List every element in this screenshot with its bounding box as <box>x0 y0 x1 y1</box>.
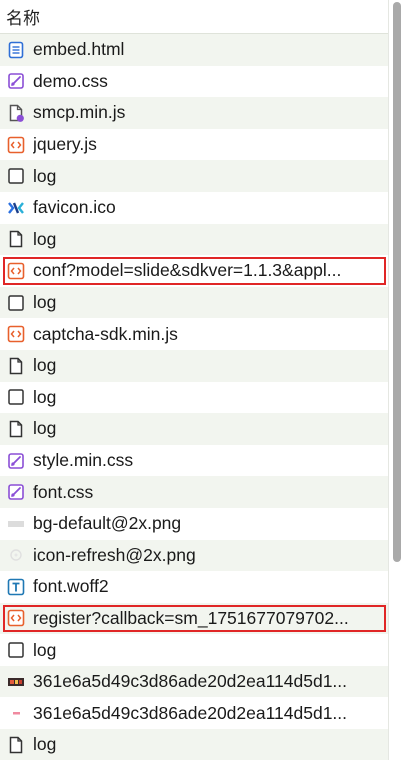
stylesheet-icon <box>6 451 26 471</box>
stylesheet-icon <box>6 482 26 502</box>
image-faint-icon <box>6 545 26 565</box>
name-column-header[interactable]: 名称 <box>0 0 388 34</box>
request-name: conf?model=slide&sdkver=1.1.3&appl... <box>33 260 342 281</box>
request-row[interactable]: favicon.ico <box>0 191 388 224</box>
request-name: log <box>33 386 57 407</box>
request-name: log <box>33 292 57 313</box>
request-row[interactable]: bg-default@2x.png <box>0 507 388 540</box>
request-row[interactable]: icon-refresh@2x.png <box>0 539 388 572</box>
file-icon <box>6 229 26 249</box>
request-name: 361e6a5d49c3d86ade20d2ea114d5d1... <box>33 702 348 723</box>
request-row-highlighted[interactable]: register?callback=sm_1751677079702... <box>0 602 388 635</box>
request-row[interactable]: font.css <box>0 476 388 508</box>
scrollbar-thumb[interactable] <box>393 2 401 562</box>
file-icon <box>6 356 26 376</box>
blank-icon <box>6 293 26 313</box>
request-rows: embed.html demo.css smcp.min.js jquery.js lo… <box>0 34 388 760</box>
request-row[interactable]: log <box>0 413 388 445</box>
request-name: log <box>33 639 57 660</box>
request-row[interactable]: log <box>0 160 388 192</box>
request-row[interactable]: log <box>0 349 388 382</box>
request-row[interactable]: 361e6a5d49c3d86ade20d2ea114d5d1... <box>0 697 388 730</box>
request-row[interactable]: 361e6a5d49c3d86ade20d2ea114d5d1... <box>0 665 388 698</box>
network-request-panel: 名称 embed.html demo.css smcp.min.js jquery.j… <box>0 0 405 760</box>
request-name: jquery.js <box>33 134 97 155</box>
request-name: log <box>33 165 57 186</box>
request-name: 361e6a5d49c3d86ade20d2ea114d5d1... <box>33 671 348 692</box>
request-row[interactable]: demo.css <box>0 65 388 98</box>
font-icon <box>6 577 26 597</box>
request-name: style.min.css <box>33 450 134 471</box>
request-name: log <box>33 228 57 249</box>
request-row[interactable]: style.min.css <box>0 444 388 477</box>
request-name: register?callback=sm_1751677079702... <box>33 607 349 628</box>
request-name: font.css <box>33 481 94 502</box>
name-column-label: 名称 <box>6 9 40 28</box>
blank-icon <box>6 640 26 660</box>
code-icon <box>6 608 26 628</box>
favicon-icon <box>6 198 26 218</box>
request-name: embed.html <box>33 39 125 60</box>
request-row[interactable]: log <box>0 286 388 319</box>
request-row[interactable]: embed.html <box>0 34 388 66</box>
request-name: log <box>33 355 57 376</box>
request-row[interactable]: font.woff2 <box>0 571 388 603</box>
request-row[interactable]: smcp.min.js <box>0 97 388 129</box>
request-name: font.woff2 <box>33 576 109 597</box>
file-icon <box>6 735 26 755</box>
request-row[interactable]: log <box>0 381 388 414</box>
request-row[interactable]: log <box>0 223 388 256</box>
request-name: demo.css <box>33 70 108 91</box>
request-row[interactable]: jquery.js <box>0 128 388 161</box>
code-icon <box>6 135 26 155</box>
request-name: icon-refresh@2x.png <box>33 544 196 565</box>
code-icon <box>6 324 26 344</box>
code-icon <box>6 261 26 281</box>
document-icon <box>6 40 26 60</box>
request-row[interactable]: captcha-sdk.min.js <box>0 318 388 350</box>
request-name: favicon.ico <box>33 197 116 218</box>
image-thumb-icon <box>6 672 26 692</box>
request-row[interactable]: log <box>0 634 388 666</box>
stylesheet-icon <box>6 71 26 91</box>
request-row[interactable]: log <box>0 729 388 760</box>
request-name: bg-default@2x.png <box>33 513 182 534</box>
request-list: 名称 embed.html demo.css smcp.min.js jquery.j… <box>0 0 389 760</box>
request-name: log <box>33 734 57 755</box>
request-name: captcha-sdk.min.js <box>33 323 178 344</box>
image-bar-icon <box>6 514 26 534</box>
script-file-icon <box>6 103 26 123</box>
blank-icon <box>6 387 26 407</box>
request-row-highlighted[interactable]: conf?model=slide&sdkver=1.1.3&appl... <box>0 255 388 287</box>
blank-icon <box>6 166 26 186</box>
image-dash-icon <box>6 703 26 723</box>
request-name: smcp.min.js <box>33 102 126 123</box>
request-name: log <box>33 418 57 439</box>
file-icon <box>6 419 26 439</box>
vertical-scrollbar[interactable] <box>390 0 405 760</box>
